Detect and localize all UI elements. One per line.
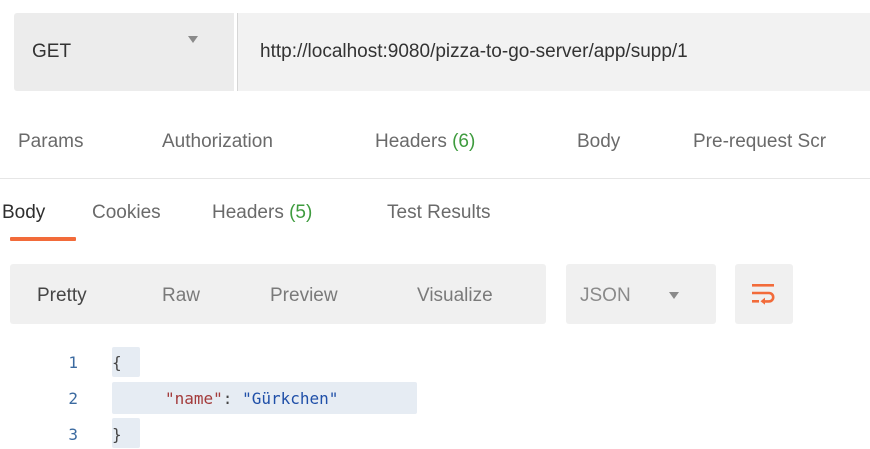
method-value: GET [32, 41, 72, 62]
tab-params[interactable]: Params [18, 131, 83, 153]
line-number: 3 [68, 425, 78, 444]
line-number: 1 [68, 353, 78, 372]
code-line-name: "name": "Gürkchen" [165, 389, 338, 408]
wrap-lines-icon [752, 284, 775, 305]
response-tab-headers-count: (5) [289, 202, 313, 223]
method-select[interactable]: GET [14, 13, 234, 91]
chevron-down-icon[interactable] [188, 36, 198, 43]
response-tab-test-results[interactable]: Test Results [387, 202, 490, 224]
wrap-lines-button[interactable] [735, 264, 793, 324]
tab-headers-label: Headers [375, 131, 447, 152]
format-visualize-button[interactable]: Visualize [417, 285, 493, 307]
response-tab-headers-label: Headers [212, 202, 284, 223]
format-pretty-button[interactable]: Pretty [37, 285, 87, 307]
json-value: "Gürkchen" [242, 389, 339, 408]
json-colon: : [222, 389, 243, 408]
tab-pre-request-script[interactable]: Pre-request Scr [693, 131, 826, 153]
tab-body[interactable]: Body [577, 131, 620, 153]
tab-authorization[interactable]: Authorization [162, 131, 273, 153]
language-value: JSON [580, 285, 631, 306]
response-tab-body[interactable]: Body [2, 202, 45, 224]
format-raw-button[interactable]: Raw [162, 285, 200, 307]
tab-headers-count: (6) [452, 131, 476, 152]
code-open-brace: { [112, 353, 122, 372]
format-preview-button[interactable]: Preview [270, 285, 338, 307]
url-input[interactable]: http://localhost:9080/pizza-to-go-server… [237, 13, 870, 91]
json-key: "name" [165, 389, 223, 408]
tab-headers[interactable]: Headers (6) [375, 131, 475, 153]
tabs-divider [0, 178, 870, 179]
active-tab-indicator [10, 237, 76, 241]
code-close-brace: } [112, 425, 122, 444]
url-value: http://localhost:9080/pizza-to-go-server… [260, 41, 688, 62]
response-tab-cookies[interactable]: Cookies [92, 202, 161, 224]
response-tab-headers[interactable]: Headers (5) [212, 202, 312, 224]
line-number: 2 [68, 389, 78, 408]
chevron-down-icon[interactable] [669, 292, 679, 299]
